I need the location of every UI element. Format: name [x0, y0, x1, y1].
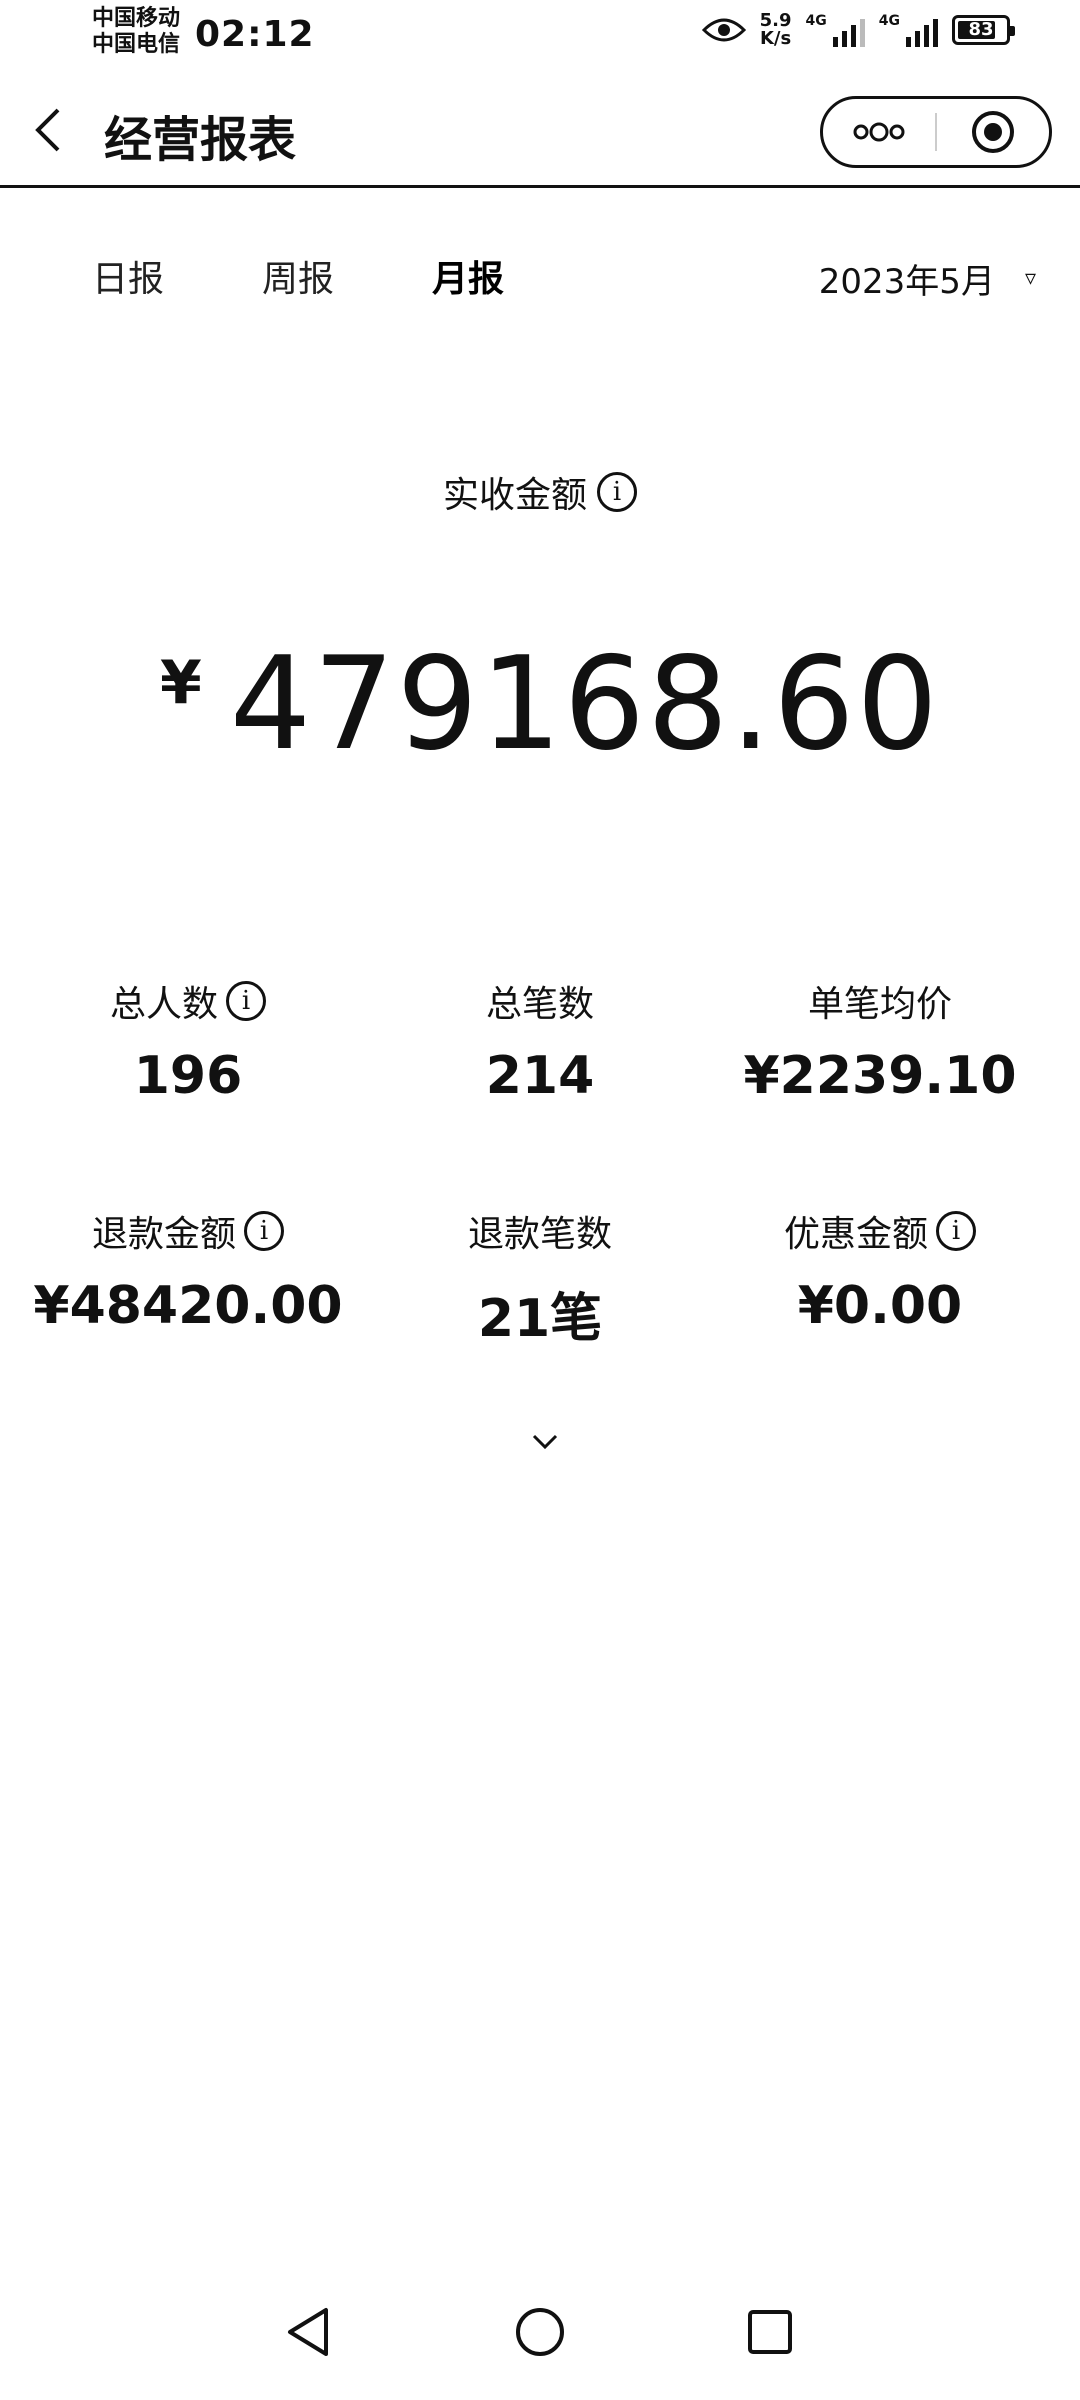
- info-icon[interactable]: i: [936, 1211, 976, 1251]
- stat-value: 21笔: [477, 1289, 603, 1349]
- currency-symbol: ¥: [160, 648, 202, 718]
- tab-daily[interactable]: 日报: [92, 250, 164, 302]
- status-bar: 中国移动 中国电信 02:12 5.9 K/s 4G 4G 83: [0, 0, 1080, 70]
- month-picker[interactable]: 2023年5月 ▿: [819, 254, 1036, 303]
- chevron-down-icon[interactable]: [530, 1430, 560, 1454]
- received-amount: ¥ 479168.60: [160, 630, 940, 780]
- signal-icon-sim1: 4G: [806, 13, 865, 47]
- stat-label: 优惠金额: [783, 1214, 928, 1255]
- stat-refund-amount: 退款金额 i ¥48420.00: [8, 1206, 368, 1336]
- eye-icon: [701, 18, 746, 42]
- month-value: 2023年5月: [818, 262, 995, 302]
- stat-value: ¥2239.10: [743, 1046, 1017, 1106]
- system-recents-icon[interactable]: [740, 2302, 800, 2362]
- report-tabs: 日报 周报 月报 2023年5月 ▿: [0, 250, 1080, 310]
- stat-value: ¥48420.00: [33, 1276, 343, 1336]
- stat-total-customers: 总人数 i 196: [8, 976, 368, 1106]
- system-home-icon[interactable]: [510, 2302, 570, 2362]
- stat-discount-amount: 优惠金额 i ¥0.00: [700, 1206, 1060, 1336]
- received-amount-label: 实收金额 i: [0, 466, 1080, 518]
- signal-icon-sim2: 4G: [879, 13, 938, 47]
- received-amount-value: 479168.60: [229, 630, 940, 779]
- page-title: 经营报表: [104, 112, 297, 168]
- info-icon[interactable]: i: [244, 1211, 284, 1251]
- more-button[interactable]: [823, 120, 935, 144]
- carrier-labels: 中国移动 中国电信: [92, 6, 180, 58]
- info-icon[interactable]: i: [597, 472, 637, 512]
- stat-label: 退款金额: [91, 1214, 236, 1255]
- network-speed: 5.9 K/s: [759, 10, 792, 49]
- tab-weekly[interactable]: 周报: [262, 250, 334, 302]
- stat-refund-count: 退款笔数 21笔: [360, 1206, 720, 1351]
- status-icons: 5.9 K/s 4G 4G 83: [701, 10, 1015, 49]
- stat-value: ¥0.00: [797, 1276, 963, 1336]
- stat-label: 总笔数: [485, 984, 594, 1025]
- back-icon[interactable]: [24, 100, 74, 160]
- stat-label: 总人数: [109, 984, 218, 1025]
- battery-icon: 83: [952, 15, 1015, 45]
- dropdown-caret-icon: ▿: [1024, 266, 1036, 291]
- carrier-1: 中国移动: [92, 6, 181, 31]
- target-close-icon: [972, 111, 1014, 153]
- stat-label: 单笔均价: [807, 984, 952, 1025]
- carrier-2: 中国电信: [92, 32, 181, 57]
- stat-value: 196: [133, 1046, 243, 1106]
- status-time: 02:12: [195, 14, 315, 55]
- info-icon[interactable]: i: [226, 981, 266, 1021]
- more-dots-icon: [853, 122, 905, 142]
- stat-value: 214: [485, 1046, 595, 1106]
- stat-total-transactions: 总笔数 214: [360, 976, 720, 1106]
- system-nav-bar: [0, 2260, 1080, 2400]
- nav-bar: 经营报表: [0, 70, 1080, 188]
- close-button[interactable]: [937, 109, 1049, 155]
- stat-label: 退款笔数: [467, 1214, 612, 1255]
- stat-average-price: 单笔均价 ¥2239.10: [700, 976, 1060, 1106]
- system-back-icon[interactable]: [280, 2302, 340, 2362]
- received-label-text: 实收金额: [442, 475, 587, 516]
- mini-program-capsule: [820, 96, 1052, 168]
- tab-monthly[interactable]: 月报: [432, 250, 504, 302]
